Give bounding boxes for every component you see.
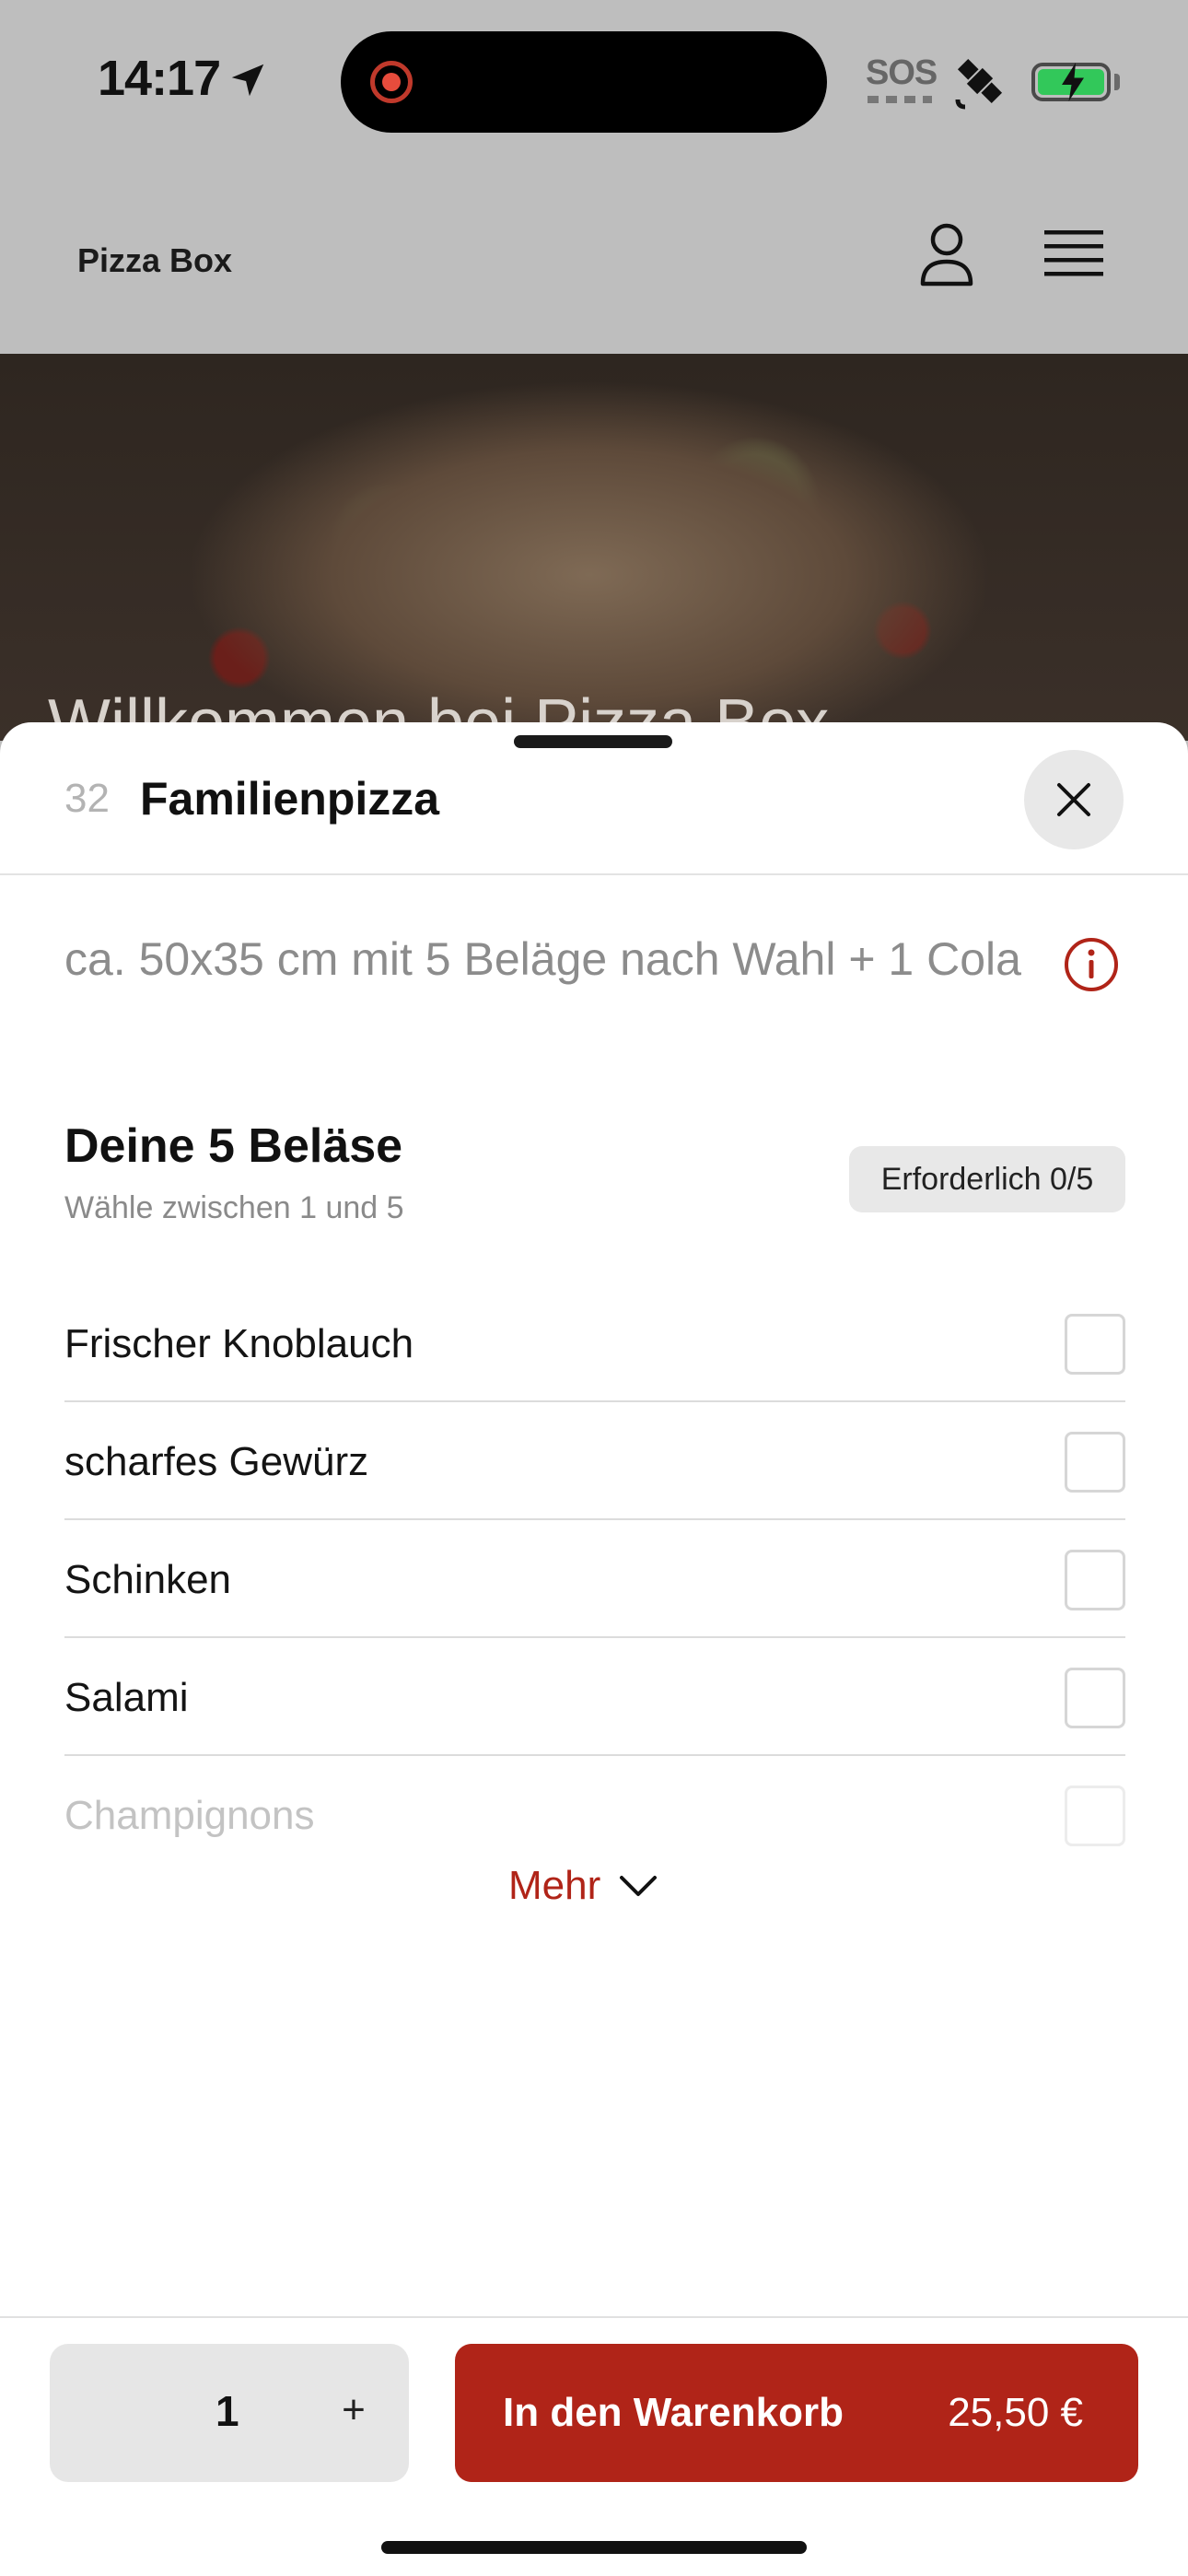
- option-row[interactable]: Schinken: [64, 1520, 1125, 1638]
- footer-divider: [0, 2316, 1188, 2318]
- close-icon: [1057, 783, 1090, 816]
- options-group-subtitle: Wähle zwischen 1 und 5: [64, 1190, 404, 1225]
- sos-indicator: SOS: [866, 53, 938, 92]
- menu-icon[interactable]: [1044, 228, 1103, 280]
- info-icon[interactable]: [1063, 936, 1120, 993]
- options-group-title: Deine 5 Beläse: [64, 1119, 403, 1173]
- option-row[interactable]: Frischer Knoblauch: [64, 1284, 1125, 1402]
- option-label: Frischer Knoblauch: [64, 1321, 414, 1366]
- option-label: Salami: [64, 1675, 189, 1720]
- option-checkbox[interactable]: [1065, 1432, 1125, 1493]
- cart-price: 25,50 €: [948, 2390, 1083, 2435]
- quantity-value: 1: [215, 2387, 239, 2435]
- status-bar: 14:17 SOS: [0, 0, 1188, 157]
- battery-tip: [1114, 74, 1120, 90]
- option-checkbox[interactable]: [1065, 1786, 1125, 1846]
- chevron-down-icon: [620, 1876, 658, 1896]
- product-sheet: 32 Familienpizza ca. 50x35 cm mit 5 Belä…: [0, 722, 1188, 2576]
- user-icon[interactable]: [917, 221, 976, 287]
- option-row[interactable]: Champignons: [64, 1756, 1125, 1874]
- option-checkbox[interactable]: [1065, 1314, 1125, 1375]
- header-divider: [0, 873, 1188, 875]
- home-indicator[interactable]: [381, 2541, 807, 2554]
- battery-charging-icon: [1031, 63, 1111, 101]
- show-more-label: Mehr: [508, 1863, 601, 1908]
- signal-dots: [868, 96, 932, 103]
- add-to-cart-button[interactable]: In den Warenkorb 25,50 €: [455, 2344, 1138, 2482]
- hero-banner: Willkommen bei Pizza Box: [0, 354, 1188, 741]
- satellite-icon: [955, 58, 1003, 110]
- item-description: ca. 50x35 cm mit 5 Beläge nach Wahl + 1 …: [64, 933, 1021, 985]
- required-badge: Erforderlich 0/5: [849, 1146, 1125, 1212]
- show-more-button[interactable]: Mehr: [508, 1863, 658, 1909]
- sheet-grabber[interactable]: [514, 735, 672, 748]
- option-checkbox[interactable]: [1065, 1550, 1125, 1610]
- option-label: Champignons: [64, 1793, 315, 1838]
- option-row[interactable]: scharfes Gewürz: [64, 1402, 1125, 1520]
- app-header: Pizza Box: [0, 157, 1188, 354]
- add-to-cart-label: In den Warenkorb: [503, 2390, 844, 2435]
- status-time: 14:17: [98, 51, 221, 106]
- option-row[interactable]: Salami: [64, 1638, 1125, 1756]
- close-button[interactable]: [1024, 750, 1124, 849]
- item-title: Familienpizza: [140, 773, 440, 825]
- option-label: scharfes Gewürz: [64, 1439, 369, 1484]
- brand-name[interactable]: Pizza Box: [77, 241, 232, 280]
- dynamic-island: [341, 31, 827, 133]
- screen-recording-icon: [370, 61, 413, 103]
- quantity-stepper: 1 +: [50, 2344, 409, 2482]
- option-label: Schinken: [64, 1557, 232, 1602]
- quantity-plus-button[interactable]: +: [326, 2383, 381, 2438]
- item-number: 32: [64, 776, 110, 821]
- option-checkbox[interactable]: [1065, 1668, 1125, 1728]
- location-arrow-icon: [231, 64, 264, 97]
